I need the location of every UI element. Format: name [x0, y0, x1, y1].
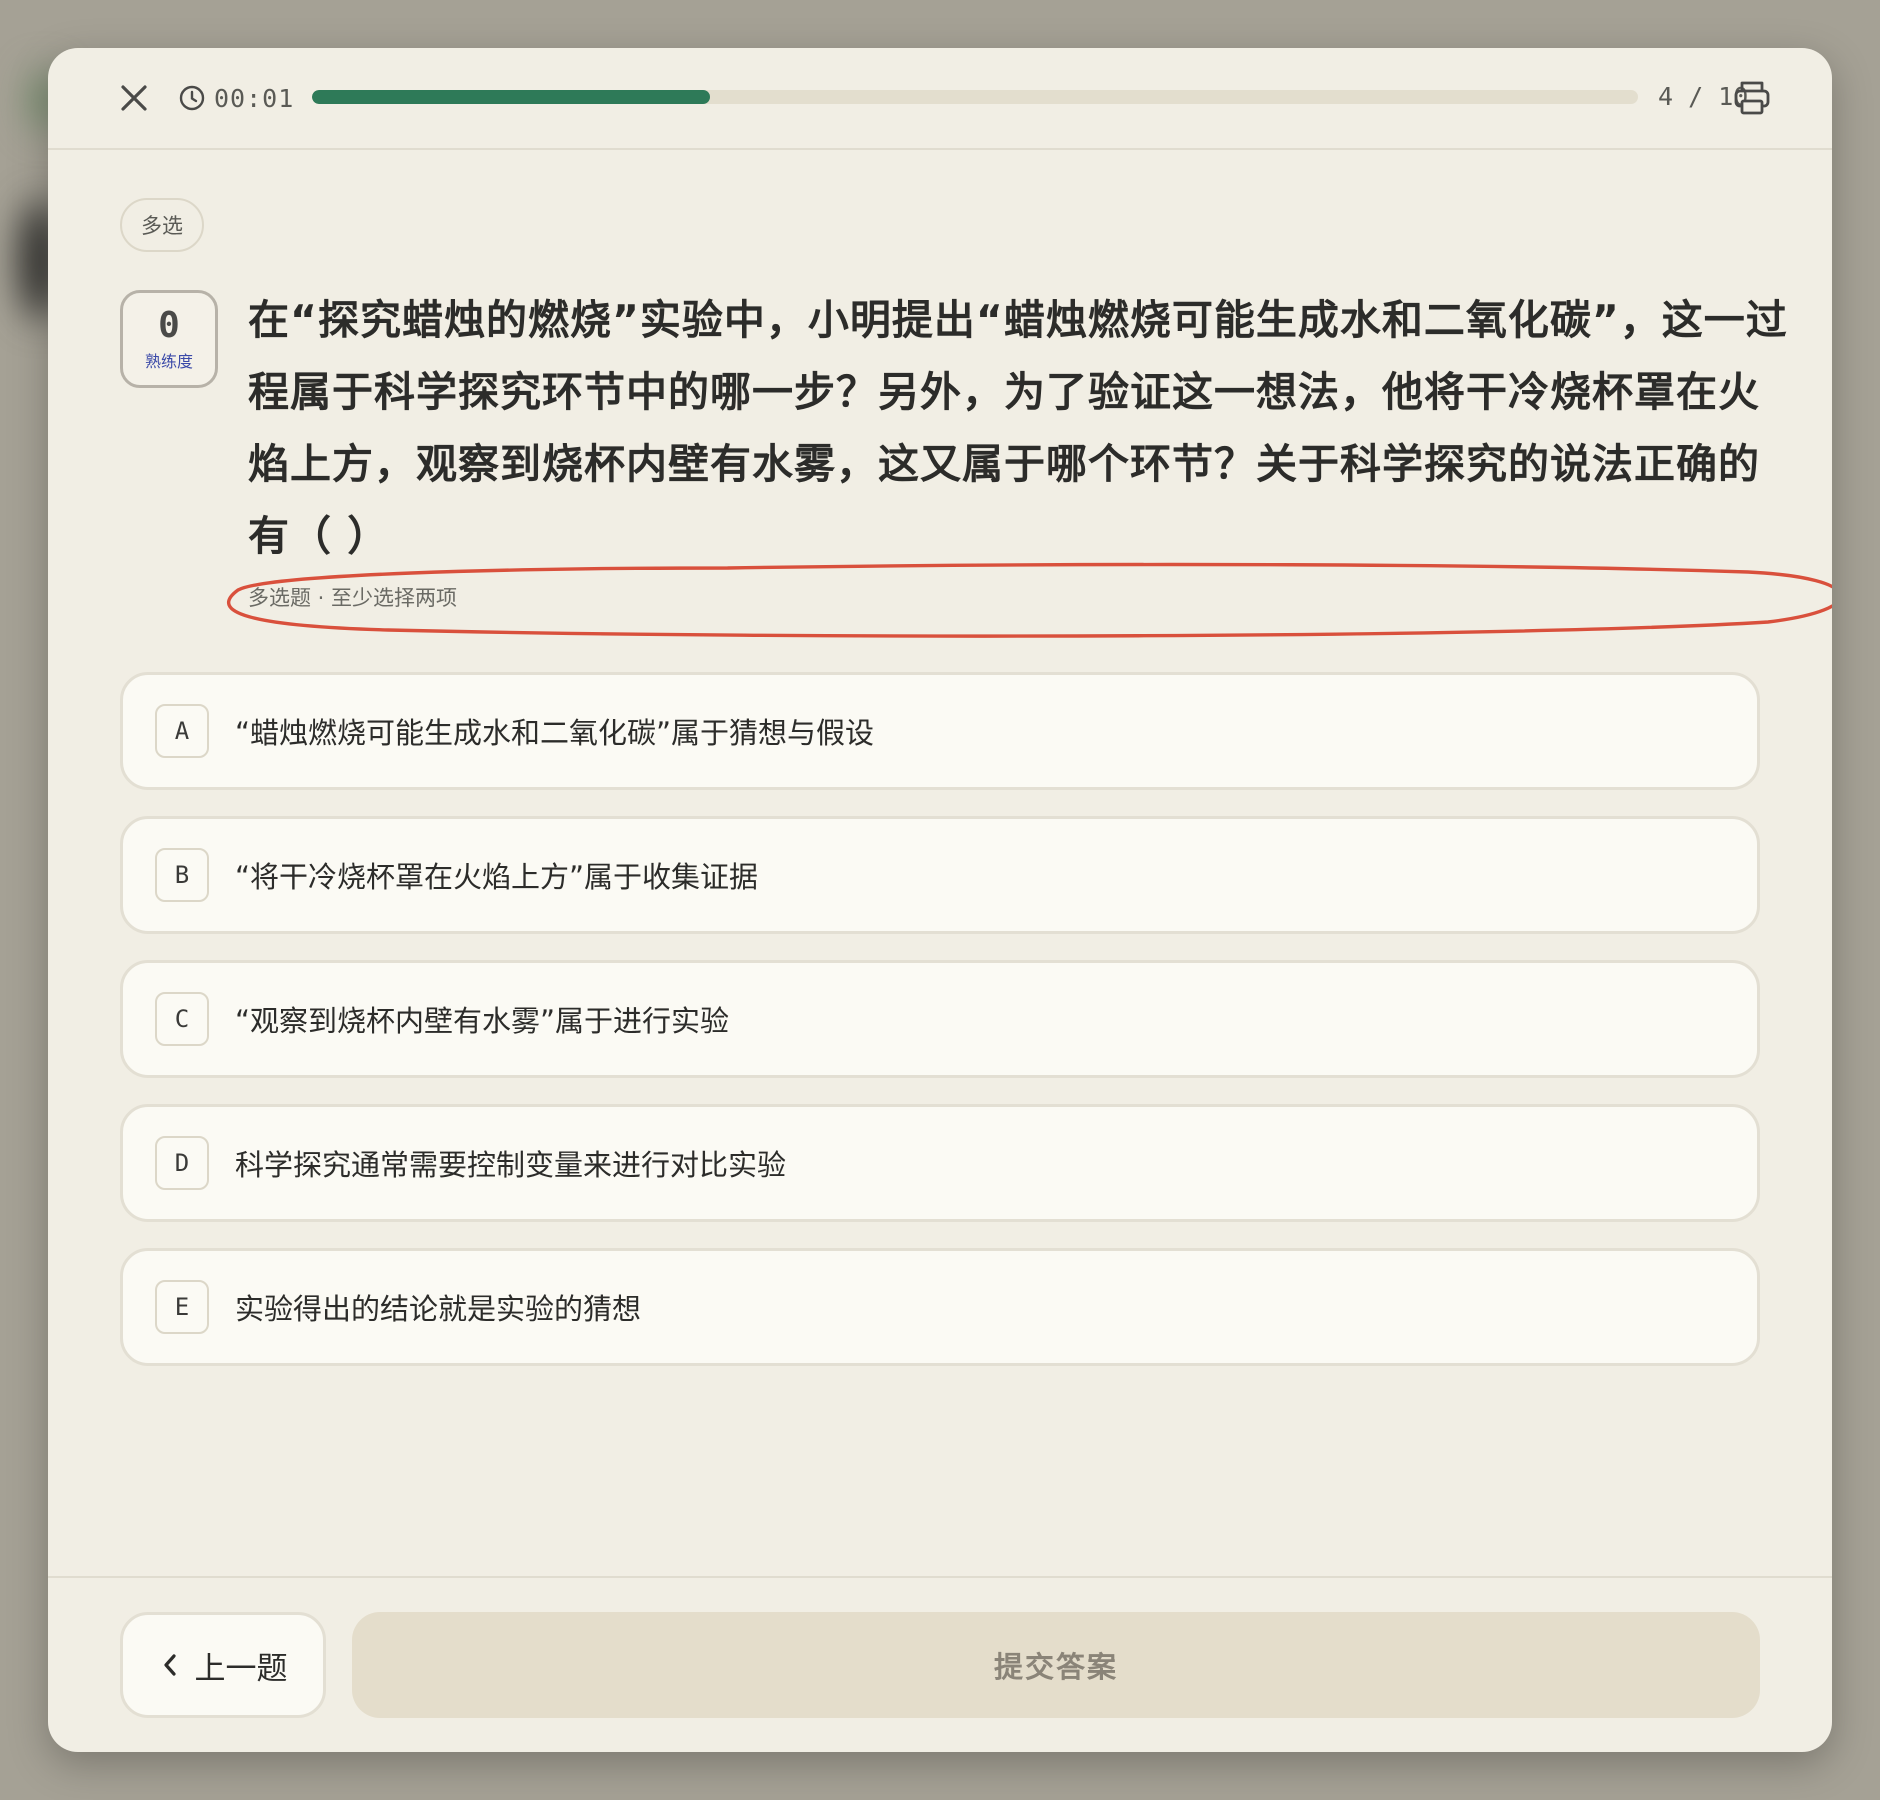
option-e[interactable]: E 实验得出的结论就是实验的猜想 [120, 1248, 1760, 1366]
clock-icon [179, 85, 205, 111]
print-button[interactable] [1730, 76, 1774, 120]
close-button[interactable] [110, 74, 158, 122]
quiz-footer: 上一题 提交答案 [48, 1576, 1832, 1752]
timer: 00:01 [178, 80, 294, 116]
option-text: “蜡烛燃烧可能生成水和二氧化碳”属于猜想与假设 [235, 716, 875, 750]
mastery-badge: 0 熟练度 [120, 290, 218, 388]
option-d[interactable]: D 科学探究通常需要控制变量来进行对比实验 [120, 1104, 1760, 1222]
question-type-chip: 多选 [120, 198, 204, 252]
option-text: “将干冷烧杯罩在火焰上方”属于收集证据 [235, 860, 759, 894]
option-text: 科学探究通常需要控制变量来进行对比实验 [235, 1148, 787, 1182]
option-key: D [155, 1136, 209, 1190]
option-b[interactable]: B “将干冷烧杯罩在火焰上方”属于收集证据 [120, 816, 1760, 934]
progress-bar [312, 90, 1638, 104]
previous-question-button[interactable]: 上一题 [120, 1612, 326, 1718]
options-list: A “蜡烛燃烧可能生成水和二氧化碳”属于猜想与假设 B “将干冷烧杯罩在火焰上方… [120, 672, 1760, 1392]
close-icon [121, 85, 147, 111]
mastery-label: 熟练度 [144, 352, 193, 371]
option-c[interactable]: C “观察到烧杯内壁有水雾”属于进行实验 [120, 960, 1760, 1078]
progress-fill [312, 90, 710, 104]
option-text: “观察到烧杯内壁有水雾”属于进行实验 [235, 1004, 730, 1038]
submit-answer-button[interactable]: 提交答案 [352, 1612, 1760, 1718]
previous-question-label: 上一题 [194, 1650, 288, 1687]
option-a[interactable]: A “蜡烛燃烧可能生成水和二氧化碳”属于猜想与假设 [120, 672, 1760, 790]
option-key: A [155, 704, 209, 758]
question-hint: 多选题 · 至少选择两项 [248, 586, 458, 610]
option-key: C [155, 992, 209, 1046]
quiz-topbar: 00:01 4 / 10 [48, 48, 1832, 150]
option-key: E [155, 1280, 209, 1334]
mastery-value: 0 [158, 305, 180, 346]
option-text: 实验得出的结论就是实验的猜想 [235, 1292, 642, 1326]
chevron-left-icon [163, 1654, 176, 1676]
quiz-modal: 00:01 4 / 10 多选 0 熟练度 在“探究蜡烛的燃烧”实验中，小明提出… [48, 48, 1832, 1752]
printer-icon [1734, 81, 1770, 115]
timer-value: 00:01 [214, 83, 295, 113]
question-text: 在“探究蜡烛的燃烧”实验中，小明提出“蜡烛燃烧可能生成水和二氧化碳”，这一过程属… [248, 296, 1788, 560]
option-key: B [155, 848, 209, 902]
